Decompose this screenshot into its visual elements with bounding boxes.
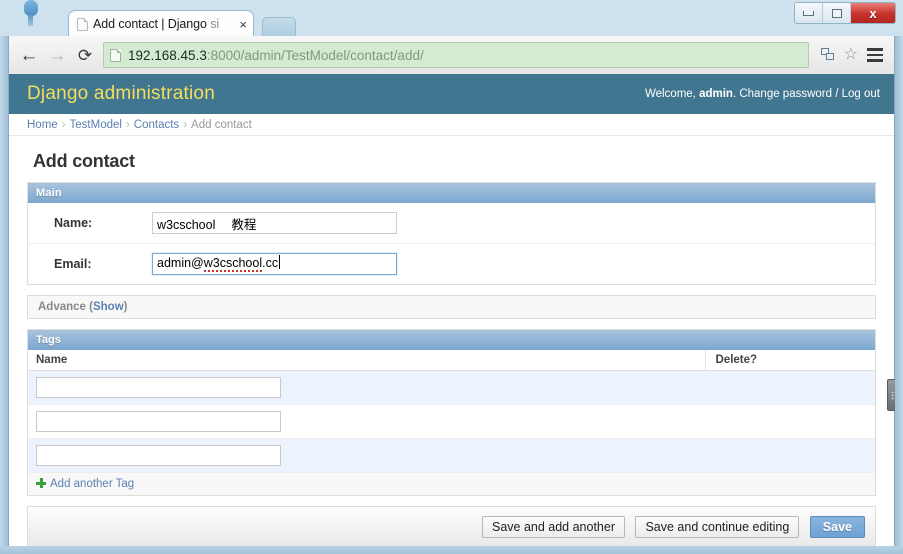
breadcrumb-separator: › — [125, 118, 130, 131]
usertools-divider: / — [832, 88, 842, 100]
window-bottom-border — [0, 546, 903, 554]
page-title: Add contact — [33, 151, 135, 171]
table-row — [28, 404, 875, 439]
window-right-border — [895, 36, 903, 554]
save-and-continue-button[interactable]: Save and continue editing — [635, 516, 800, 538]
add-another-tag-label: Add another Tag — [50, 478, 135, 490]
form-row-email: Email: admin@w3cschool.cc — [28, 244, 875, 284]
name-label: Name: — [54, 216, 93, 230]
close-button[interactable]: x — [851, 3, 895, 23]
save-button[interactable]: Save — [809, 516, 865, 538]
table-row — [28, 438, 875, 473]
window-controls: x — [794, 2, 896, 24]
address-bar[interactable]: 192.168.45.3:8000/admin/TestModel/contac… — [103, 42, 809, 68]
email-label: Email: — [54, 257, 92, 271]
breadcrumb-testmodel[interactable]: TestModel — [70, 119, 122, 131]
site-branding: Django administration — [27, 83, 215, 104]
tags-col-delete: Delete? — [704, 350, 875, 371]
tags-table: Name Delete? — [28, 350, 875, 473]
breadcrumb-home[interactable]: Home — [27, 119, 58, 131]
page-info-icon[interactable] — [110, 48, 121, 62]
tag-name-cell — [28, 370, 705, 405]
inline-group-tags: Tags Name Delete? Add another Tag — [27, 329, 876, 496]
tags-col-name: Name — [28, 350, 705, 371]
tag-delete-cell — [705, 404, 875, 439]
tag-delete-cell — [705, 438, 875, 473]
save-and-add-another-button[interactable]: Save and add another — [481, 516, 626, 538]
page-content: Add contact Main Name: Email: admin@w3cs… — [9, 136, 894, 546]
browser-window: Add contact | Django si × x ← → ⟳ 192.16… — [0, 0, 903, 554]
tag-delete-cell — [705, 370, 875, 405]
tags-header-row: Name Delete? — [28, 350, 875, 371]
maximize-icon — [831, 8, 842, 18]
breadcrumb-separator: › — [61, 118, 66, 131]
user-tools: Welcome, admin. Change password / Log ou… — [645, 88, 880, 100]
page-viewport: Django administration Welcome, admin. Ch… — [8, 74, 895, 546]
fieldset-advance-legend: Advance — [38, 301, 86, 313]
email-input[interactable] — [152, 253, 397, 275]
minimize-icon — [803, 10, 814, 16]
new-tab-button[interactable] — [262, 17, 296, 36]
change-password-link[interactable]: Change password — [739, 88, 832, 100]
inline-tags-legend: Tags — [28, 330, 875, 350]
fieldset-main: Main Name: Email: admin@w3cschool.cc — [27, 182, 876, 285]
address-bar-url: 192.168.45.3:8000/admin/TestModel/contac… — [128, 47, 424, 63]
window-left-border — [0, 36, 8, 554]
tag-name-cell — [28, 438, 705, 473]
tag-name-cell — [28, 404, 705, 439]
maximize-button[interactable] — [823, 3, 851, 23]
form-row-name: Name: — [28, 203, 875, 244]
minimize-button[interactable] — [795, 3, 823, 23]
omnibox-actions: ☆ — [820, 47, 858, 63]
breadcrumb-current: Add contact — [191, 118, 252, 131]
browser-menu-icon[interactable] — [862, 40, 888, 70]
tag-name-input[interactable] — [36, 377, 281, 398]
browser-toolbar: ← → ⟳ 192.168.45.3:8000/admin/TestModel/… — [8, 36, 895, 74]
title-bar: Add contact | Django si × x — [0, 0, 903, 37]
logout-link[interactable]: Log out — [842, 88, 880, 100]
bookmark-star-icon[interactable]: ☆ — [844, 47, 858, 63]
table-row — [28, 370, 875, 405]
name-input[interactable] — [152, 212, 397, 234]
plus-icon — [36, 478, 46, 488]
reload-icon[interactable]: ⟳ — [71, 40, 99, 70]
tag-name-input[interactable] — [36, 445, 281, 466]
tag-name-input[interactable] — [36, 411, 281, 432]
back-icon[interactable]: ← — [15, 40, 43, 70]
fieldset-main-legend: Main — [28, 183, 875, 203]
welcome-text: Welcome, — [644, 88, 700, 100]
django-header: Django administration Welcome, admin. Ch… — [9, 74, 894, 114]
fieldset-advance: Advance (Show) — [27, 295, 876, 319]
tab-title: Add contact | Django si — [93, 17, 220, 31]
email-input-wrapper: admin@w3cschool.cc — [152, 253, 397, 275]
tab-close-icon[interactable]: × — [239, 17, 247, 32]
chrome-logo-icon — [22, 0, 40, 28]
breadcrumb-contacts[interactable]: Contacts — [134, 119, 179, 131]
page-favicon-icon — [77, 17, 88, 31]
page-action-icon[interactable] — [820, 48, 836, 62]
add-another-tag-link[interactable]: Add another Tag — [36, 478, 134, 490]
add-another-tag-row: Add another Tag — [28, 473, 875, 495]
submit-row: Save and add another Save and continue e… — [27, 506, 876, 546]
advance-show-toggle[interactable]: Show — [93, 301, 124, 313]
browser-tab[interactable]: Add contact | Django si × — [68, 10, 254, 37]
username-label: admin — [699, 88, 733, 100]
forward-icon[interactable]: → — [43, 40, 71, 70]
advance-paren-close: ) — [123, 301, 128, 313]
breadcrumb-separator: › — [183, 118, 188, 131]
breadcrumb: Home › TestModel › Contacts › Add contac… — [9, 114, 894, 136]
